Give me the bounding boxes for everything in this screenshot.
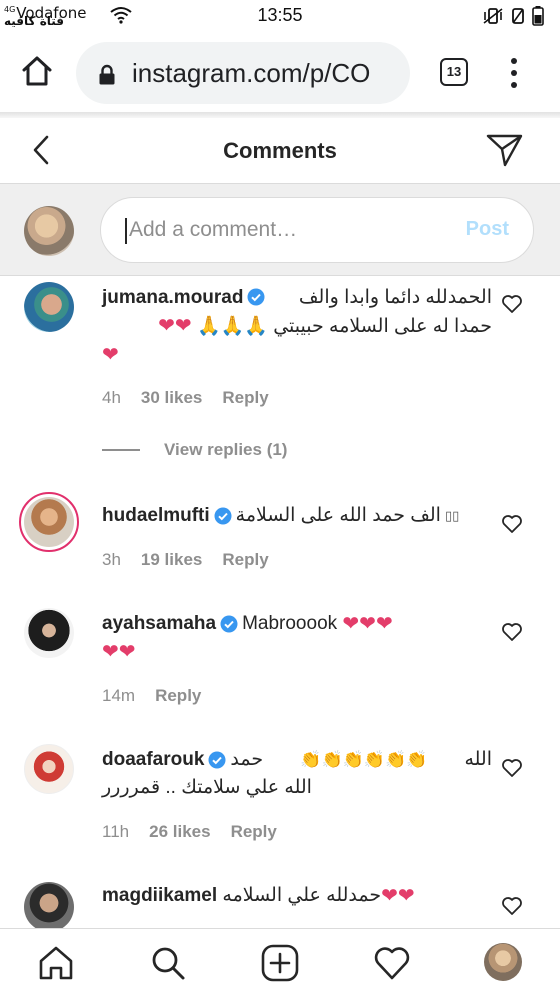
activity-icon[interactable] [372, 943, 412, 983]
verified-badge-icon [220, 615, 238, 633]
comment-text: الحمدلله دائما وابدا والف [298, 287, 492, 308]
comment-text: الف حمد الله على السلامة [235, 505, 441, 526]
comments-header: Comments [0, 118, 560, 184]
comment-username[interactable]: ayahsamaha [102, 610, 216, 638]
comment-meta: 3h 19 likes Reply [102, 550, 269, 570]
comment-hearts: ❤❤ [381, 885, 415, 907]
emoji-placeholder-icon: ▯▯ [444, 508, 460, 523]
vibrate-icon [483, 8, 503, 24]
comment-text: الله [464, 749, 492, 770]
comment-text: حمدلله علي السلامه [222, 885, 382, 906]
browser-home-icon[interactable] [20, 54, 54, 88]
heart-outline-icon[interactable] [500, 756, 524, 780]
clock: 13:55 [257, 5, 303, 25]
signal-off-icon [512, 8, 524, 24]
comment-username[interactable]: jumana.mourad [102, 287, 243, 308]
comment-hearts: ❤❤❤ [342, 613, 393, 635]
comment-likes[interactable]: 30 likes [141, 388, 202, 408]
comment-username[interactable]: hudaelmufti [102, 502, 210, 530]
browser-menu-icon[interactable] [504, 56, 524, 90]
comment-meta: 14m Reply [102, 686, 201, 706]
browser-toolbar: instagram.com/p/CO 13 [0, 32, 560, 112]
view-replies-button[interactable]: View replies (1) [102, 440, 287, 460]
comment-username[interactable]: magdiikamel [102, 882, 217, 910]
reply-button[interactable]: Reply [222, 388, 268, 408]
reply-button[interactable]: Reply [155, 686, 201, 706]
comment-time: 3h [102, 550, 121, 569]
comment-time: 14m [102, 686, 136, 705]
heart-outline-icon[interactable] [500, 620, 524, 644]
heart-outline-icon[interactable] [500, 894, 524, 918]
commenter-avatar[interactable] [24, 608, 74, 658]
comment-text: حمدا له على السلامه حبيبتي 🙏🙏🙏 [196, 316, 492, 337]
comment-body: hudaelmufti الف حمد الله على السلامة ▯▯ [102, 502, 492, 530]
comment-body: magdiikamel حمدلله علي السلامه ❤❤ [102, 882, 492, 910]
post-button[interactable]: Post [466, 218, 509, 241]
current-user-avatar [24, 206, 74, 256]
url-text: instagram.com/p/CO [132, 58, 371, 88]
battery-icon [532, 6, 544, 26]
comment-hearts: ❤❤ [158, 315, 192, 337]
heart-outline-icon[interactable] [500, 292, 524, 316]
direct-message-icon[interactable] [486, 132, 524, 168]
profile-avatar[interactable] [484, 943, 522, 981]
commenter-avatar[interactable] [24, 882, 74, 928]
comment-hearts: ❤❤ [102, 641, 136, 663]
comment-body: jumana.mourad الحمدلله دائما وابدا والف … [102, 284, 492, 370]
comment-input[interactable]: Add a comment… Post [100, 197, 534, 263]
comment-time: 11h [102, 822, 130, 841]
search-icon[interactable] [148, 943, 188, 983]
verified-badge-icon [208, 751, 226, 769]
reply-button[interactable]: Reply [222, 550, 268, 570]
text-caret [125, 218, 127, 244]
address-bar[interactable]: instagram.com/p/CO [76, 42, 410, 104]
comment-meta: 4h 30 likes Reply [102, 388, 269, 408]
verified-badge-icon [247, 288, 265, 306]
comment-likes[interactable]: 26 likes [149, 822, 210, 842]
new-post-icon[interactable] [260, 943, 300, 983]
reply-button[interactable]: Reply [231, 822, 277, 842]
comment-time: 4h [102, 388, 121, 407]
status-bar: 4GVodafone فتاة كافيه 13:55 [0, 0, 560, 32]
bottom-navigation [0, 928, 560, 996]
comment-username[interactable]: doaafarouk [102, 746, 204, 774]
comments-list: jumana.mourad الحمدلله دائما وابدا والف … [0, 276, 560, 928]
comment-text: حمد [230, 749, 264, 770]
comment-text: الله علي سلامتك .. قمرررر [102, 777, 312, 798]
commenter-avatar[interactable] [24, 744, 74, 794]
verified-badge-icon [214, 507, 232, 525]
home-icon[interactable] [36, 943, 76, 983]
page-title: Comments [223, 138, 337, 163]
commenter-avatar[interactable] [19, 492, 79, 552]
comment-composer: Add a comment… Post [0, 184, 560, 276]
comment-hearts: ❤ [102, 344, 119, 366]
commenter-avatar[interactable] [24, 282, 74, 332]
clap-emojis: 👏👏👏👏👏👏 [300, 750, 428, 769]
view-replies-label: View replies (1) [164, 440, 288, 459]
comment-likes[interactable]: 19 likes [141, 550, 202, 570]
tab-switcher-button[interactable]: 13 [440, 58, 468, 86]
status-icons [482, 6, 544, 26]
lock-icon [99, 64, 115, 85]
comment-meta: 11h 26 likes Reply [102, 822, 277, 842]
comment-placeholder: Add a comment… [129, 218, 298, 241]
comment-body: ayahsamaha Mabrooook ❤❤❤ ❤❤ [102, 610, 492, 667]
heart-outline-icon[interactable] [500, 512, 524, 536]
comment-text: Mabrooook [242, 613, 338, 634]
replies-divider [102, 449, 140, 451]
comment-body: doaafarouk حمد 👏👏👏👏👏👏 الله الله علي سلامت… [102, 746, 492, 802]
